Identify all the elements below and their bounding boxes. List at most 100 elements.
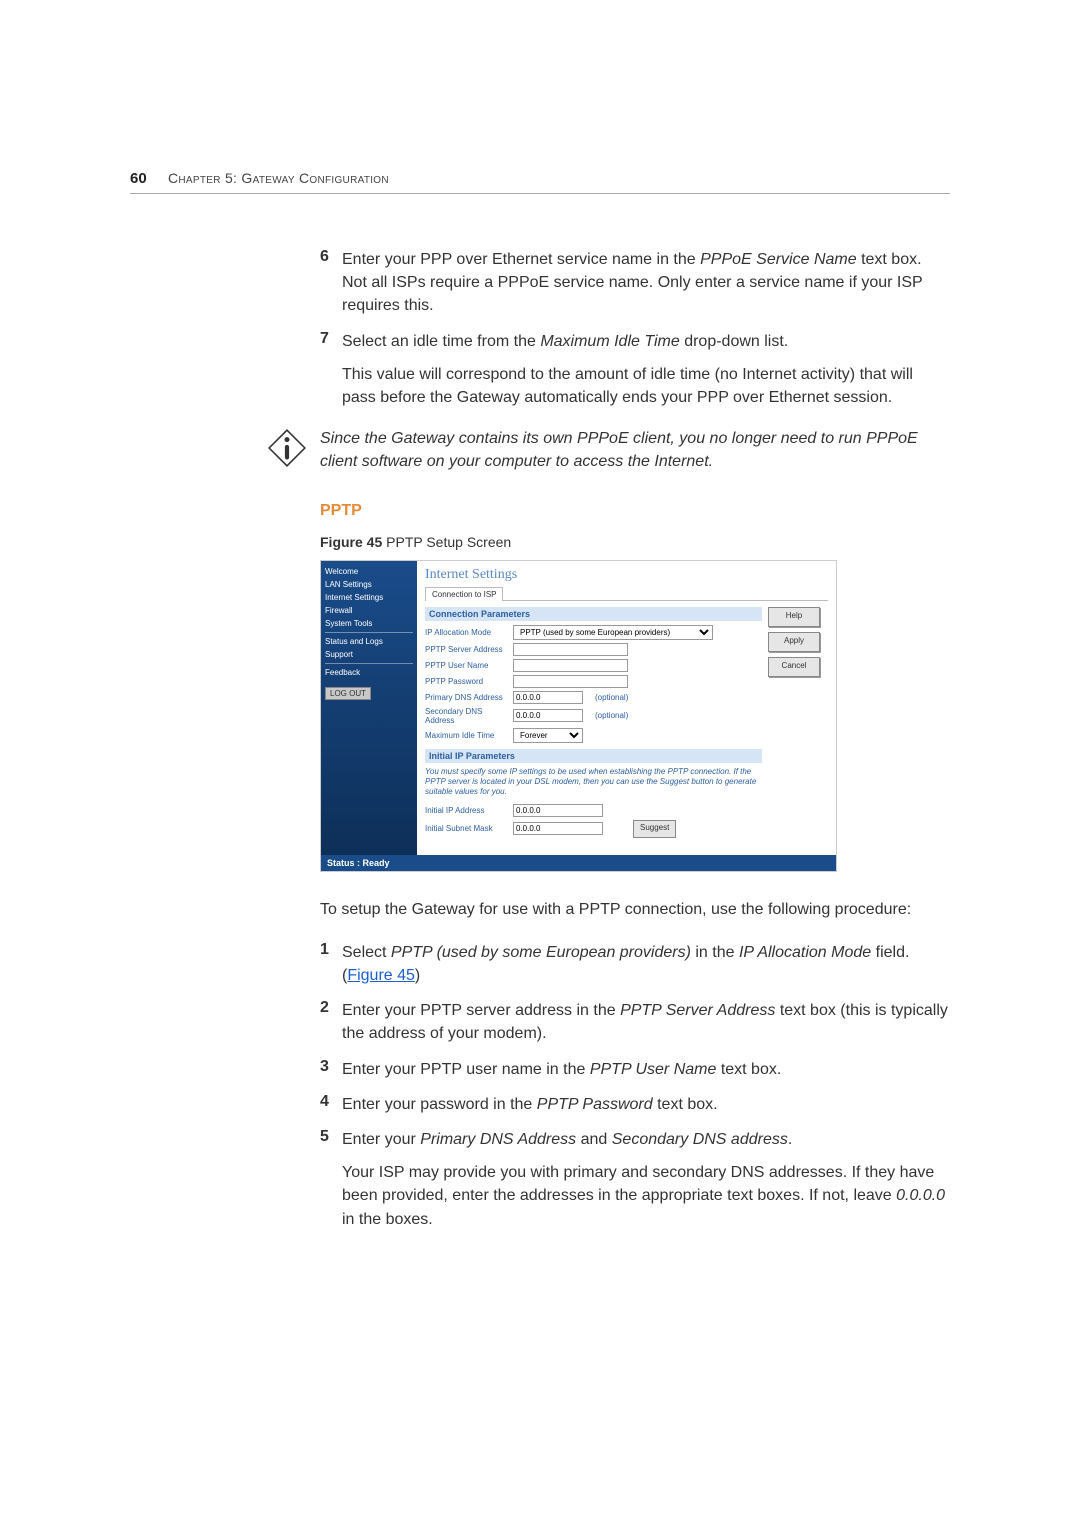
step-5: 5 Enter your Primary DNS Address and Sec… — [320, 1128, 950, 1231]
sidebar-item-system[interactable]: System Tools — [325, 619, 413, 628]
sidebar-item-firewall[interactable]: Firewall — [325, 606, 413, 615]
step-body: Enter your password in the PPTP Password… — [342, 1093, 718, 1116]
step-6: 6 Enter your PPP over Ethernet service n… — [320, 248, 950, 318]
step-2: 2 Enter your PPTP server address in the … — [320, 999, 950, 1045]
text: and — [576, 1131, 612, 1148]
main-panel: Internet Settings Connection to ISP Conn… — [417, 561, 836, 855]
tab-connection[interactable]: Connection to ISP — [425, 587, 503, 601]
input-secondary-dns[interactable] — [513, 709, 583, 722]
step-body: Select an idle time from the Maximum Idl… — [342, 330, 950, 410]
text: Your ISP may provide you with primary an… — [342, 1164, 934, 1204]
sidebar: Welcome LAN Settings Internet Settings F… — [321, 561, 417, 855]
page-title: Internet Settings — [425, 567, 828, 583]
status-bar: Status : Ready — [321, 855, 836, 871]
step-body: Enter your PPTP user name in the PPTP Us… — [342, 1058, 781, 1081]
ip-note: You must specify some IP settings to be … — [425, 767, 762, 798]
text: text box. — [716, 1061, 781, 1078]
text: Enter your — [342, 1131, 420, 1148]
text: in the — [691, 944, 739, 961]
text: in the boxes. — [342, 1211, 433, 1228]
ui-term: 0.0.0.0 — [896, 1187, 945, 1204]
input-pptp-password[interactable] — [513, 675, 628, 688]
label-pptp-password: PPTP Password — [425, 677, 513, 686]
help-button[interactable]: Help — [768, 607, 820, 627]
text: Enter your PPP over Ethernet service nam… — [342, 251, 700, 268]
ui-term: IP Allocation Mode — [739, 944, 871, 961]
sidebar-item-feedback[interactable]: Feedback — [325, 668, 413, 677]
logout-button[interactable]: LOG OUT — [325, 687, 371, 700]
step-body: Select PPTP (used by some European provi… — [342, 941, 950, 987]
ui-term: Secondary DNS address — [612, 1131, 788, 1148]
step-number: 6 — [320, 248, 342, 318]
section-heading-pptp: PPTP — [320, 502, 950, 520]
step-number: 4 — [320, 1093, 342, 1116]
ui-term: Primary DNS Address — [420, 1131, 576, 1148]
label-secondary-dns: Secondary DNS Address — [425, 707, 513, 725]
text: . — [788, 1131, 792, 1148]
step-number: 7 — [320, 330, 342, 410]
step-body: Enter your Primary DNS Address and Secon… — [342, 1128, 950, 1231]
panel-connection-parameters: Connection Parameters — [425, 607, 762, 621]
step-4: 4 Enter your password in the PPTP Passwo… — [320, 1093, 950, 1116]
select-ip-allocation[interactable]: PPTP (used by some European providers) — [513, 625, 713, 640]
suggest-button[interactable]: Suggest — [633, 820, 676, 838]
ui-term: PPTP (used by some European providers) — [391, 944, 691, 961]
select-max-idle[interactable]: Forever — [513, 728, 583, 743]
step-body: Enter your PPP over Ethernet service nam… — [342, 248, 950, 318]
step-number: 2 — [320, 999, 342, 1045]
note-text: Since the Gateway contains its own PPPoE… — [320, 427, 950, 473]
sidebar-item-lan[interactable]: LAN Settings — [325, 580, 413, 589]
label-primary-dns: Primary DNS Address — [425, 693, 513, 702]
text: Select an idle time from the — [342, 333, 540, 350]
figure-link[interactable]: Figure 45 — [347, 967, 415, 984]
ui-term: PPTP Server Address — [620, 1002, 775, 1019]
step-body: Enter your PPTP server address in the PP… — [342, 999, 950, 1045]
ui-term: PPPoE Service Name — [700, 251, 857, 268]
step-number: 3 — [320, 1058, 342, 1081]
text: text box. — [653, 1096, 718, 1113]
step-number: 1 — [320, 941, 342, 987]
label-ip-allocation: IP Allocation Mode — [425, 628, 513, 637]
label-pptp-user: PPTP User Name — [425, 661, 513, 670]
apply-button[interactable]: Apply — [768, 632, 820, 652]
sidebar-item-support[interactable]: Support — [325, 650, 413, 659]
cancel-button[interactable]: Cancel — [768, 657, 820, 677]
info-icon — [130, 427, 320, 473]
optional-hint: (optional) — [595, 693, 628, 702]
sidebar-item-internet[interactable]: Internet Settings — [325, 593, 413, 602]
text: Enter your password in the — [342, 1096, 537, 1113]
panel-initial-ip: Initial IP Parameters — [425, 749, 762, 763]
label-pptp-server: PPTP Server Address — [425, 645, 513, 654]
figure-title: PPTP Setup Screen — [382, 534, 511, 550]
label-max-idle: Maximum Idle Time — [425, 731, 513, 740]
note: Since the Gateway contains its own PPPoE… — [320, 427, 950, 473]
step-7: 7 Select an idle time from the Maximum I… — [320, 330, 950, 410]
optional-hint: (optional) — [595, 711, 628, 720]
step-3: 3 Enter your PPTP user name in the PPTP … — [320, 1058, 950, 1081]
figure-caption: Figure 45 PPTP Setup Screen — [320, 534, 950, 550]
text: Enter your PPTP server address in the — [342, 1002, 620, 1019]
sidebar-item-status[interactable]: Status and Logs — [325, 637, 413, 646]
ui-term: PPTP User Name — [590, 1061, 717, 1078]
label-initial-subnet: Initial Subnet Mask — [425, 824, 513, 833]
text: Enter your PPTP user name in the — [342, 1061, 590, 1078]
input-initial-subnet[interactable] — [513, 822, 603, 835]
ui-term: PPTP Password — [537, 1096, 653, 1113]
figure-number: Figure 45 — [320, 534, 382, 550]
text: ) — [415, 967, 420, 984]
page-header: 60 Chapter 5: Gateway Configuration — [130, 170, 950, 194]
label-initial-ip: Initial IP Address — [425, 806, 513, 815]
text: drop-down list. — [680, 333, 789, 350]
step-1: 1 Select PPTP (used by some European pro… — [320, 941, 950, 987]
input-pptp-server[interactable] — [513, 643, 628, 656]
page-number: 60 — [130, 170, 152, 187]
input-pptp-user[interactable] — [513, 659, 628, 672]
input-initial-ip[interactable] — [513, 804, 603, 817]
step-number: 5 — [320, 1128, 342, 1231]
input-primary-dns[interactable] — [513, 691, 583, 704]
paragraph: This value will correspond to the amount… — [342, 363, 950, 409]
sidebar-item-welcome[interactable]: Welcome — [325, 567, 413, 576]
chapter-title: Chapter 5: Gateway Configuration — [168, 170, 389, 186]
ui-term: Maximum Idle Time — [540, 333, 679, 350]
intro-paragraph: To setup the Gateway for use with a PPTP… — [320, 898, 950, 921]
